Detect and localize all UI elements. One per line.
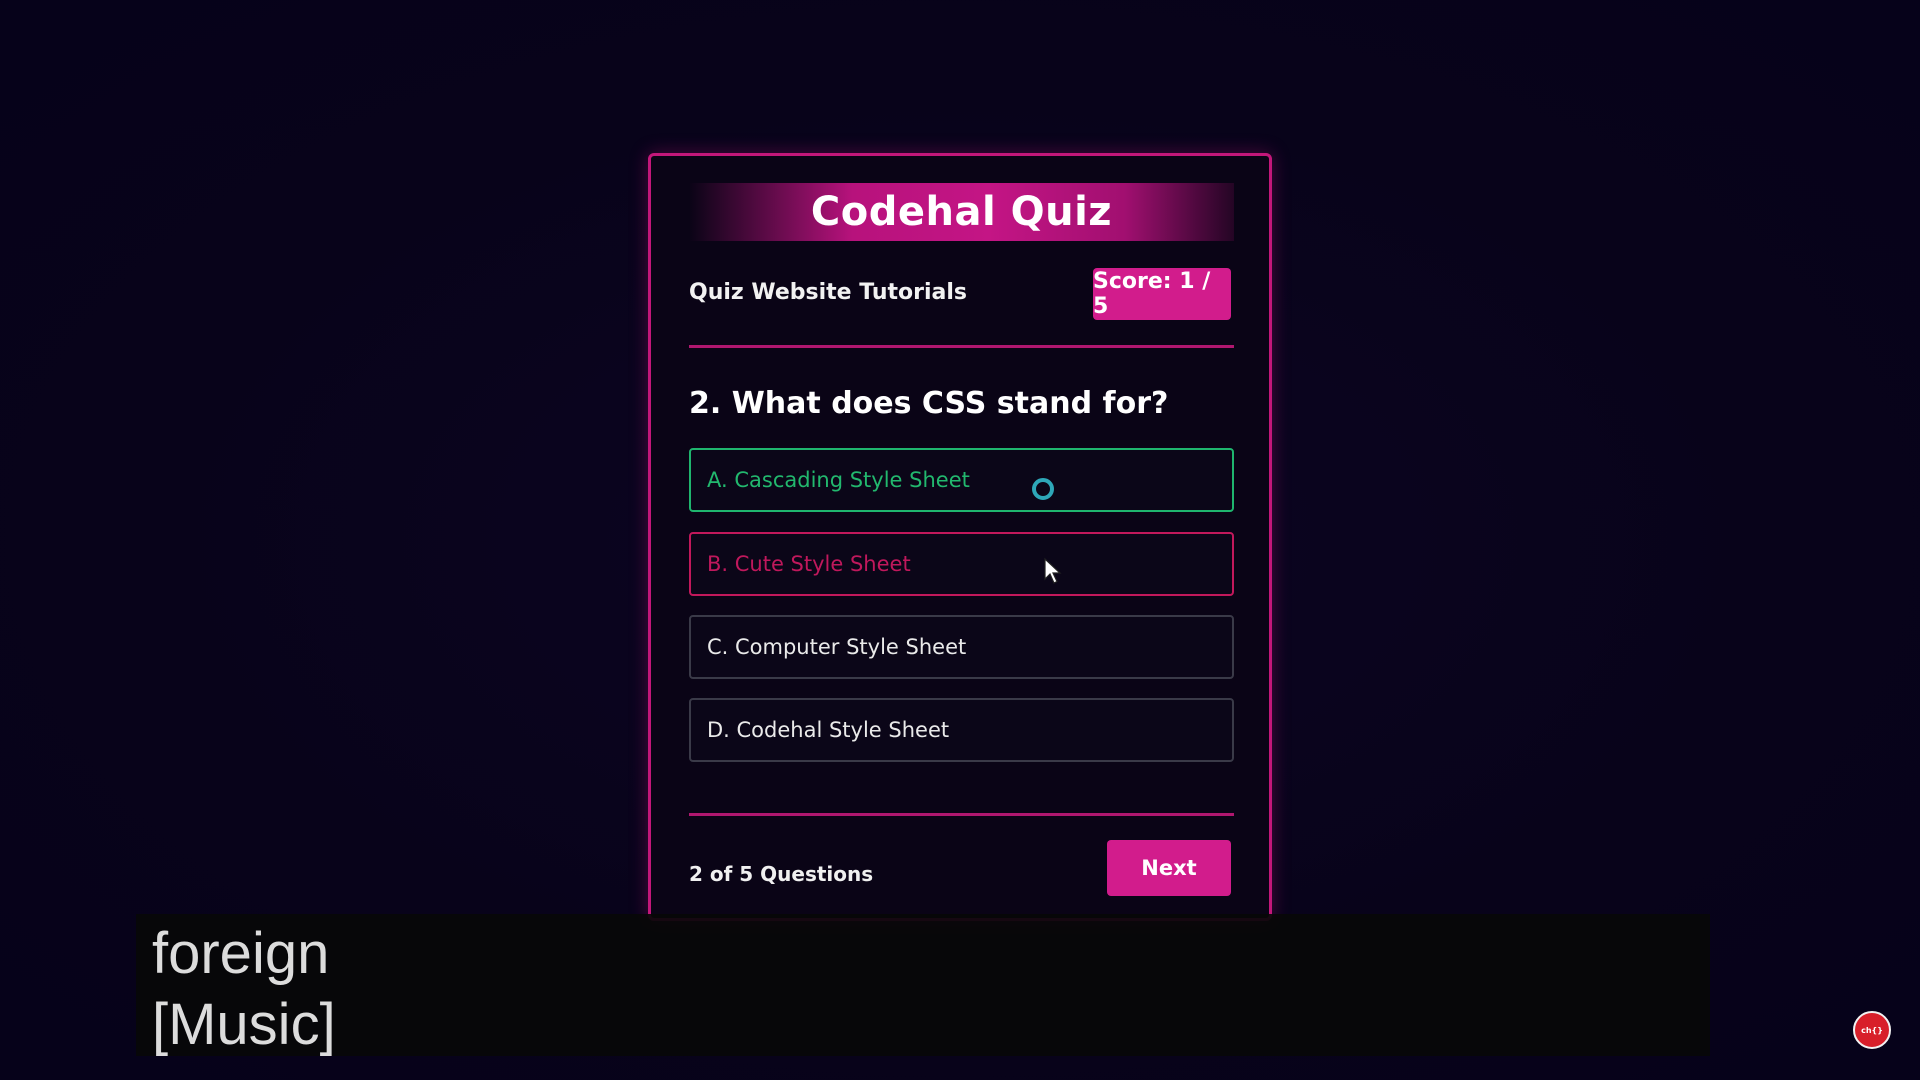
caption-box: foreign [Music] xyxy=(136,914,1710,1056)
video-frame: Codehal Quiz Quiz Website Tutorials Scor… xyxy=(0,0,1920,1080)
option-b-label: B. Cute Style Sheet xyxy=(707,552,911,576)
option-b[interactable]: B. Cute Style Sheet xyxy=(689,532,1234,596)
question-counter: 2 of 5 Questions xyxy=(689,862,874,886)
footer-divider xyxy=(689,813,1234,816)
header-divider xyxy=(689,345,1234,348)
quiz-title: Codehal Quiz xyxy=(810,189,1113,235)
quiz-title-bar: Codehal Quiz xyxy=(689,183,1234,241)
caption-line-1: foreign xyxy=(152,921,330,986)
option-a-label: A. Cascading Style Sheet xyxy=(707,468,970,492)
quiz-card: Codehal Quiz Quiz Website Tutorials Scor… xyxy=(648,153,1272,921)
option-d-label: D. Codehal Style Sheet xyxy=(707,718,950,742)
quiz-subtitle: Quiz Website Tutorials xyxy=(689,280,968,305)
option-c[interactable]: C. Computer Style Sheet xyxy=(689,615,1234,679)
option-d[interactable]: D. Codehal Style Sheet xyxy=(689,698,1234,762)
caption-line-2: [Music] xyxy=(152,992,336,1057)
score-badge: Score: 1 / 5 xyxy=(1093,268,1231,320)
mouse-pointer-icon xyxy=(1044,557,1062,584)
option-a[interactable]: A. Cascading Style Sheet xyxy=(689,448,1234,512)
loading-ring-icon xyxy=(1032,478,1054,500)
option-c-label: C. Computer Style Sheet xyxy=(707,635,967,659)
question-text: 2. What does CSS stand for? xyxy=(689,386,1169,421)
next-button[interactable]: Next xyxy=(1107,840,1231,896)
subscribe-badge[interactable]: ch{} xyxy=(1853,1011,1891,1049)
